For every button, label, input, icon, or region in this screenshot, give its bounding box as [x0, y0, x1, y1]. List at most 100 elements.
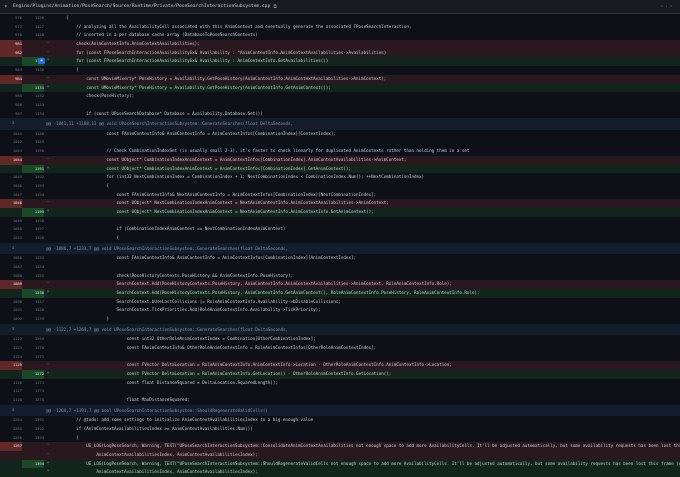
- line-number-new[interactable]: 1131: [22, 83, 44, 93]
- line-number-new[interactable]: 1234: [22, 263, 44, 272]
- line-number-new[interactable]: 1236: [22, 288, 44, 298]
- context-line: 983 1130 {: [0, 66, 680, 75]
- line-number-new[interactable]: 1195: [22, 207, 44, 217]
- line-number-new[interactable]: 1193: [22, 182, 44, 191]
- line-number-new[interactable]: 1391: [22, 416, 44, 425]
- line-number-old[interactable]: 1266: [0, 434, 22, 443]
- expand-icon[interactable]: ↕: [8, 245, 18, 252]
- hunk-header[interactable]: ↕ @@ -1086,7 +1233,7 @@ void UPoseSearchI…: [0, 242, 680, 255]
- line-number-old[interactable]: 986: [0, 101, 22, 110]
- line-number-new[interactable]: 1188: [22, 130, 44, 139]
- line-number-old[interactable]: 1126: [0, 379, 22, 388]
- line-number-new[interactable]: 1198: [22, 234, 44, 243]
- code-text: for (int32 NextCombinationIndex = Combin…: [56, 174, 425, 180]
- line-number-new[interactable]: 1393: [22, 434, 44, 443]
- hunk-header[interactable]: ↕ @@ -1122,7 +1269,7 @@ void UPoseSearchI…: [0, 323, 680, 336]
- line-number-new[interactable]: 1237: [22, 298, 44, 307]
- chevron-down-icon[interactable]: ▾: [4, 3, 10, 10]
- line-number-old[interactable]: 1091: [0, 306, 22, 315]
- line-number-new[interactable]: 1394: [22, 459, 44, 469]
- line-number-new[interactable]: 1130: [22, 66, 44, 75]
- line-number-old[interactable]: 978: [0, 31, 22, 40]
- line-number-old[interactable]: 1047: [0, 191, 22, 200]
- line-number-new[interactable]: 1235: [22, 272, 44, 281]
- code-text: {: [56, 67, 79, 73]
- line-number-old[interactable]: 1045: [0, 173, 22, 182]
- minus-icon: -: [46, 75, 50, 81]
- line-number-old[interactable]: 984: [0, 74, 22, 84]
- line-number-new[interactable]: 1275: [22, 396, 44, 405]
- line-number-new[interactable]: 1189: [22, 138, 44, 147]
- line-number-old[interactable]: 1123: [0, 344, 22, 353]
- line-number-new[interactable]: 1239: [22, 315, 44, 324]
- line-number-new[interactable]: 1197: [22, 225, 44, 234]
- line-number-old[interactable]: 982: [0, 48, 22, 58]
- line-number-new[interactable]: 1190: [22, 147, 44, 156]
- line-number-old[interactable]: 1264: [0, 416, 22, 425]
- line-number-old[interactable]: 1044: [0, 155, 22, 165]
- line-number-new[interactable]: 1134: [22, 110, 44, 119]
- line-number-new[interactable]: 1271: [22, 353, 44, 362]
- line-number-old[interactable]: 1265: [0, 425, 22, 434]
- line-number-old[interactable]: 1088: [0, 272, 22, 281]
- line-number-new[interactable]: 1132: [22, 92, 44, 101]
- line-number-old[interactable]: 1122: [0, 335, 22, 344]
- line-number-old[interactable]: 983: [0, 66, 22, 75]
- hunk-header[interactable]: ↕ @@ -1264,7 +1391,7 @@ bool UPoseSearchI…: [0, 404, 680, 417]
- expand-icon[interactable]: ↕: [8, 120, 18, 127]
- line-number-new[interactable]: 1269: [22, 335, 44, 344]
- line-number-new[interactable]: 1133: [22, 101, 44, 110]
- line-number-old[interactable]: 1042: [0, 138, 22, 147]
- line-number-old[interactable]: 1090: [0, 298, 22, 307]
- line-number-old[interactable]: 1125: [0, 361, 22, 370]
- context-line: 1088 1235 check(PoseHistoryContexts.PoseH…: [0, 272, 680, 281]
- code-text: const UObject* NextCombinationIndexAnimC…: [56, 200, 389, 206]
- line-number-old[interactable]: 1043: [0, 147, 22, 156]
- line-number-new[interactable]: 1270: [22, 344, 44, 353]
- line-number-old[interactable]: 1124: [0, 353, 22, 362]
- line-number-old[interactable]: 981: [0, 40, 22, 49]
- line-number-old[interactable]: 1128: [0, 396, 22, 405]
- line-number-new[interactable]: 1127: [22, 23, 44, 32]
- context-line: 1265 1392 if (AnimContextAvailabilitiesIn…: [0, 425, 680, 434]
- line-number-old[interactable]: 1089: [0, 280, 22, 289]
- hunk-header[interactable]: ↕ @@ -1041,11 +1188,13 @@ void UPoseSearc…: [0, 118, 680, 130]
- line-number-new[interactable]: 1392: [22, 425, 44, 434]
- line-number-old[interactable]: 1051: [0, 234, 22, 243]
- line-number-old[interactable]: 1086: [0, 254, 22, 263]
- line-number-old[interactable]: 1046: [0, 182, 22, 191]
- line-number-new[interactable]: 1272: [22, 369, 44, 379]
- line-number-old[interactable]: 987: [0, 110, 22, 119]
- minus-icon: -: [46, 41, 50, 47]
- line-number-old[interactable]: 985: [0, 92, 22, 101]
- line-number-new[interactable]: 1196: [22, 217, 44, 226]
- line-number-old[interactable]: 1092: [0, 315, 22, 324]
- line-number-new[interactable]: 1192: [22, 173, 44, 182]
- context-line: 1266 1393 {: [0, 434, 680, 443]
- more-options-icon[interactable]: ···: [660, 3, 674, 10]
- line-number-new[interactable]: 1233: [22, 254, 44, 263]
- line-number-old[interactable]: 1087: [0, 263, 22, 272]
- line-number-new[interactable]: 1126: [22, 14, 44, 23]
- line-number-new[interactable]: 1194: [22, 191, 44, 200]
- line-number-old[interactable]: 1048: [0, 199, 22, 208]
- line-number-new[interactable]: 1191: [22, 164, 44, 174]
- expand-icon[interactable]: ↕: [8, 326, 18, 333]
- line-number-old[interactable]: 977: [0, 23, 22, 32]
- copy-icon[interactable]: ⧉: [273, 4, 277, 10]
- file-path[interactable]: Engine/Plugins/Animation/PoseSearch/Sour…: [13, 4, 270, 9]
- line-number-new[interactable]: 1274: [22, 387, 44, 396]
- removed-line: - AnimContextAvailabilitiesIndex, AnimCo…: [0, 450, 680, 460]
- line-number-old[interactable]: 1050: [0, 225, 22, 234]
- line-number-old[interactable]: 1127: [0, 387, 22, 396]
- line-number-old[interactable]: 1041: [0, 130, 22, 139]
- context-line: 1086 1233 const FAnimContextInfo& AnimCon…: [0, 254, 680, 263]
- line-number-new[interactable]: 1128: [22, 31, 44, 40]
- add-comment-button[interactable]: +: [38, 58, 45, 65]
- line-number-old[interactable]: 976: [0, 14, 22, 23]
- expand-icon[interactable]: ↕: [8, 407, 18, 414]
- code-text: }: [56, 316, 109, 321]
- line-number-new[interactable]: 1238: [22, 306, 44, 315]
- line-number-old[interactable]: 1049: [0, 217, 22, 226]
- line-number-new[interactable]: 1273: [22, 379, 44, 388]
